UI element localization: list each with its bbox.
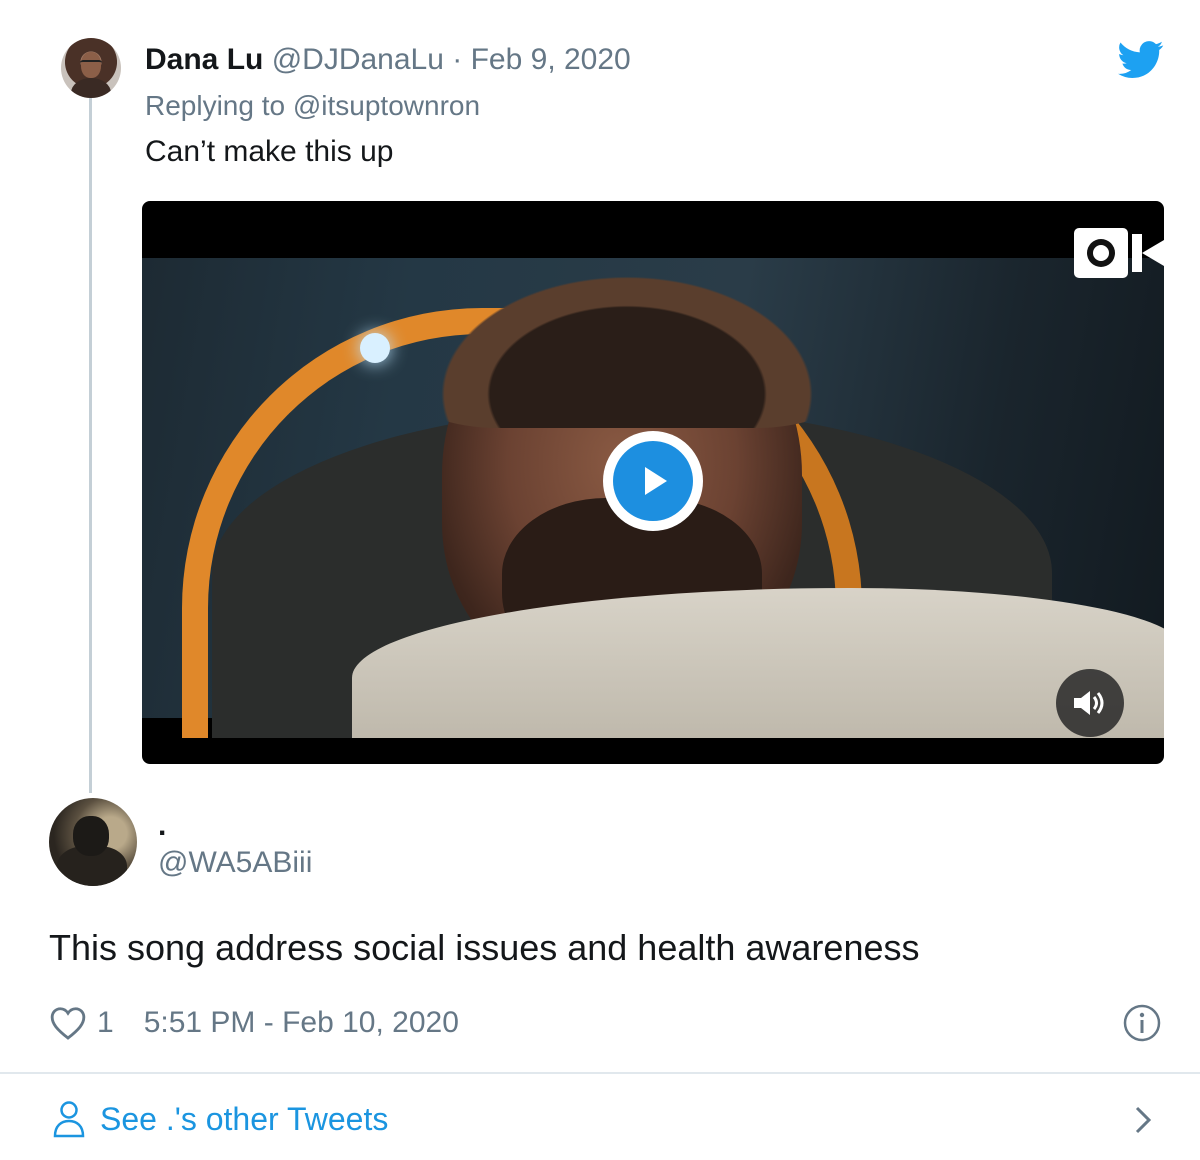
like-count[interactable]: 1 [97, 1006, 114, 1040]
volume-icon [1074, 691, 1104, 715]
user-handle[interactable]: @WA5ABiii [158, 843, 312, 883]
chevron-right-icon[interactable] [1128, 1100, 1158, 1140]
tweet-meta: 1 5:51 PM - Feb 10, 2020 [49, 1002, 459, 1044]
avatar-dana-lu[interactable] [61, 38, 121, 98]
separator-dot: · [452, 43, 463, 76]
see-other-tweets-label[interactable]: See .'s other Tweets [100, 1101, 388, 1138]
replying-to[interactable]: Replying to @itsuptownron [145, 88, 480, 124]
quoted-tweet-header: Dana Lu @DJDanaLu · Feb 9, 2020 [145, 40, 631, 80]
info-icon[interactable] [1122, 1003, 1162, 1043]
volume-button[interactable] [1056, 669, 1124, 737]
twitter-bird-icon[interactable] [1118, 40, 1164, 80]
tweet-embed: Dana Lu @DJDanaLu · Feb 9, 2020 Replying… [0, 0, 1200, 1160]
user-handle[interactable]: @DJDanaLu [272, 43, 444, 76]
avatar-wa5abiii[interactable] [49, 798, 137, 886]
divider [0, 1072, 1200, 1074]
tweet-timestamp[interactable]: 5:51 PM - Feb 10, 2020 [144, 1006, 459, 1040]
tweet-date[interactable]: Feb 9, 2020 [471, 43, 631, 76]
thread-line [89, 98, 92, 793]
play-button[interactable] [603, 431, 703, 531]
display-name[interactable]: Dana Lu [145, 43, 263, 76]
play-icon [645, 467, 667, 495]
tweet-text: This song address social issues and heal… [49, 927, 920, 968]
video-brand-icon [1074, 228, 1164, 278]
see-other-tweets-link[interactable]: See .'s other Tweets [52, 1096, 388, 1142]
heart-icon[interactable] [49, 1005, 87, 1041]
video-player[interactable] [142, 201, 1164, 764]
quoted-tweet-text: Can’t make this up [145, 135, 394, 168]
display-name[interactable]: . [158, 806, 166, 846]
person-icon [53, 1101, 85, 1138]
